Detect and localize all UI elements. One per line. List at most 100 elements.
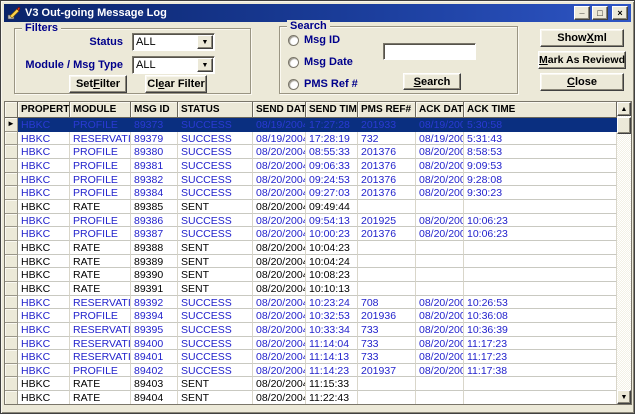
table-cell: RATE: [70, 377, 131, 391]
column-header-send-time[interactable]: SEND TIME: [306, 102, 358, 118]
table-cell: HBKC: [18, 391, 70, 404]
row-selector-cell[interactable]: [5, 377, 18, 391]
column-header-ack-date[interactable]: ACK DATE: [416, 102, 464, 118]
row-selector-cell[interactable]: [5, 241, 18, 255]
table-cell: PROFILE: [70, 118, 131, 132]
table-row[interactable]: HBKCPROFILE89386SUCCESS08/20/200409:54:1…: [5, 214, 617, 228]
minimize-icon[interactable]: _: [574, 6, 590, 20]
table-cell: 09:27:03: [306, 186, 358, 200]
table-cell: 201925: [358, 214, 416, 228]
row-selector-cell[interactable]: [5, 227, 18, 241]
table-cell: RATE: [70, 282, 131, 296]
table-row[interactable]: HBKCPROFILE89381SUCCESS08/20/200409:06:3…: [5, 159, 617, 173]
table-row[interactable]: HBKCPROFILE89394SUCCESS08/20/200410:32:5…: [5, 309, 617, 323]
table-row[interactable]: HBKCPROFILE89402SUCCESS08/20/200411:14:2…: [5, 364, 617, 378]
message-log-grid: PROPERTYMODULEMSG IDSTATUSSEND DATESEND …: [4, 101, 632, 405]
table-row[interactable]: HBKCRATE89385SENT08/20/200409:49:44: [5, 200, 617, 214]
scroll-down-icon[interactable]: ▼: [617, 390, 631, 404]
table-cell: 11:22:43: [306, 391, 358, 404]
show-xml-button[interactable]: Show Xml: [540, 29, 624, 47]
row-selector-cell[interactable]: [5, 132, 18, 146]
table-row[interactable]: HBKCPROFILE89384SUCCESS08/20/200409:27:0…: [5, 186, 617, 200]
table-cell: RATE: [70, 255, 131, 269]
row-selector-cell[interactable]: [5, 145, 18, 159]
radio-icon[interactable]: [288, 35, 299, 46]
mark-as-reviewed-button[interactable]: Mark As Reviewd: [538, 51, 626, 69]
table-row[interactable]: HBKCPROFILE89382SUCCESS08/20/200409:24:5…: [5, 173, 617, 187]
table-row[interactable]: HBKCRESERVATION89400SUCCESS08/20/200411:…: [5, 337, 617, 351]
row-selector-cell[interactable]: [5, 350, 18, 364]
module-msg-type-dropdown[interactable]: ALL ▼: [132, 56, 215, 74]
radio-icon[interactable]: [288, 57, 299, 68]
row-selector-cell[interactable]: [5, 309, 18, 323]
table-cell: 10:06:23: [464, 227, 617, 241]
scrollbar-thumb[interactable]: [617, 117, 631, 134]
table-cell: [416, 200, 464, 214]
table-row[interactable]: HBKCRATE89391SENT08/20/200410:10:13: [5, 282, 617, 296]
table-row[interactable]: HBKCRESERVATION89401SUCCESS08/20/200411:…: [5, 350, 617, 364]
table-cell: 10:06:23: [464, 214, 617, 228]
table-row[interactable]: HBKCRESERVATION89379SUCCESS08/19/200417:…: [5, 132, 617, 146]
table-cell: PROFILE: [70, 159, 131, 173]
chevron-down-icon[interactable]: ▼: [197, 58, 213, 72]
table-row[interactable]: HBKCPROFILE89380SUCCESS08/20/200408:55:3…: [5, 145, 617, 159]
table-cell: 08/20/2004: [416, 296, 464, 310]
scroll-up-icon[interactable]: ▲: [617, 102, 631, 116]
radio-pms-ref[interactable]: PMS Ref #: [288, 78, 358, 90]
row-selector-cell[interactable]: [5, 268, 18, 282]
table-row[interactable]: HBKCPROFILE89387SUCCESS08/20/200410:00:2…: [5, 227, 617, 241]
row-selector-cell[interactable]: [5, 323, 18, 337]
clear-filter-button[interactable]: Clear Filter: [145, 75, 207, 93]
row-selector-cell[interactable]: [5, 337, 18, 351]
column-header-status[interactable]: STATUS: [178, 102, 253, 118]
table-cell: 11:17:23: [464, 337, 617, 351]
selected-row-marker-icon[interactable]: ►: [5, 118, 18, 132]
radio-msg-date[interactable]: Msg Date: [288, 56, 353, 68]
column-header-pms-ref-[interactable]: PMS REF#: [358, 102, 416, 118]
column-header-send-date[interactable]: SEND DATE: [253, 102, 306, 118]
row-selector-cell[interactable]: [5, 364, 18, 378]
set-filter-button[interactable]: Set Filter: [69, 75, 127, 93]
chevron-down-icon[interactable]: ▼: [197, 35, 213, 49]
column-header-property[interactable]: PROPERTY: [18, 102, 70, 118]
row-selector-cell[interactable]: [5, 296, 18, 310]
vertical-scrollbar[interactable]: ▲ ▼: [617, 102, 631, 404]
column-header-msg-id[interactable]: MSG ID: [131, 102, 178, 118]
column-header-module[interactable]: MODULE: [70, 102, 131, 118]
table-row[interactable]: HBKCRATE89404SENT08/20/200411:22:43: [5, 391, 617, 404]
table-row[interactable]: HBKCRATE89403SENT08/20/200411:15:33: [5, 377, 617, 391]
table-row[interactable]: HBKCRESERVATION89392SUCCESS08/20/200410:…: [5, 296, 617, 310]
table-cell: RATE: [70, 268, 131, 282]
table-row[interactable]: HBKCRATE89389SENT08/20/200410:04:24: [5, 255, 617, 269]
table-cell: [358, 255, 416, 269]
search-button[interactable]: Search: [403, 73, 461, 90]
row-selector-cell[interactable]: [5, 282, 18, 296]
column-header-ack-time[interactable]: ACK TIME: [464, 102, 617, 118]
grid-header-row: PROPERTYMODULEMSG IDSTATUSSEND DATESEND …: [5, 102, 617, 118]
radio-msg-id[interactable]: Msg ID: [288, 34, 340, 46]
table-cell: [464, 377, 617, 391]
row-selector-cell[interactable]: [5, 200, 18, 214]
table-row[interactable]: HBKCRATE89388SENT08/20/200410:04:23: [5, 241, 617, 255]
row-selector-cell[interactable]: [5, 186, 18, 200]
table-cell: [464, 268, 617, 282]
row-selector-cell[interactable]: [5, 255, 18, 269]
table-row[interactable]: HBKCRATE89390SENT08/20/200410:08:23: [5, 268, 617, 282]
row-selector-cell[interactable]: [5, 391, 18, 404]
row-selector-cell[interactable]: [5, 173, 18, 187]
table-cell: 08/20/2004: [253, 337, 306, 351]
table-cell: 10:23:24: [306, 296, 358, 310]
maximize-icon[interactable]: □: [592, 6, 608, 20]
table-cell: 08/20/2004: [253, 173, 306, 187]
row-selector-cell[interactable]: [5, 214, 18, 228]
close-button[interactable]: Close: [540, 73, 624, 91]
table-row[interactable]: HBKCRESERVATION89395SUCCESS08/20/200410:…: [5, 323, 617, 337]
search-input[interactable]: [383, 43, 476, 60]
table-cell: SUCCESS: [178, 173, 253, 187]
radio-icon[interactable]: [288, 79, 299, 90]
row-selector-cell[interactable]: [5, 159, 18, 173]
table-row[interactable]: ►HBKCPROFILE89373SUCCESS08/19/200417:27:…: [5, 118, 617, 132]
close-icon[interactable]: ×: [612, 6, 628, 20]
status-dropdown[interactable]: ALL ▼: [132, 33, 215, 51]
table-cell: 201376: [358, 227, 416, 241]
